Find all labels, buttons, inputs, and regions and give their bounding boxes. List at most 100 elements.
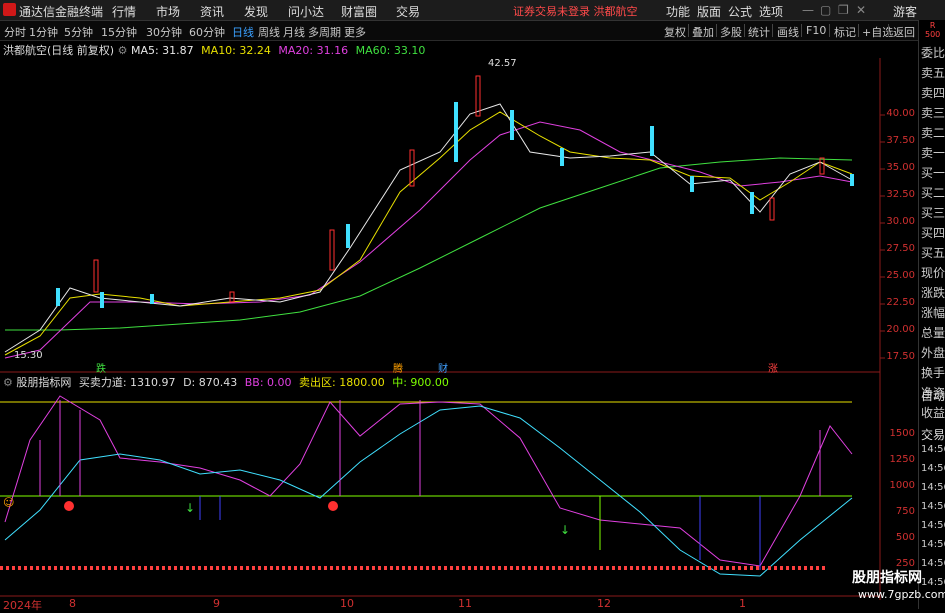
sub-tick: 1000 bbox=[889, 480, 915, 491]
chart-canvas[interactable]: ↓ ↓ ☺ bbox=[0, 40, 918, 609]
separator bbox=[716, 24, 717, 37]
restore-icon[interactable]: ❐ bbox=[838, 3, 849, 17]
label-ask5: 卖五 bbox=[921, 66, 945, 80]
label-ask3: 卖三 bbox=[921, 106, 945, 120]
trade-button[interactable]: 交易 bbox=[921, 426, 945, 443]
period-toolbar: 分时 1分钟 5分钟 15分钟 30分钟 60分钟 日线 周线 月线 多周期 更… bbox=[0, 21, 945, 41]
login-warning[interactable]: 证券交易未登录 洪都航空 bbox=[513, 3, 638, 19]
tab-5min[interactable]: 5分钟 bbox=[64, 24, 93, 40]
label-volume: 总量 bbox=[921, 326, 945, 340]
tab-30min[interactable]: 30分钟 bbox=[146, 24, 182, 40]
label-bid3: 买三 bbox=[921, 206, 945, 220]
guest-label[interactable]: 游客 bbox=[893, 3, 917, 20]
indicator-title[interactable]: 股朋指标网 bbox=[16, 376, 71, 389]
auto-button[interactable]: 自动 bbox=[921, 387, 945, 404]
window-icon[interactable]: ▢ bbox=[820, 3, 831, 17]
label-change: 涨跌 bbox=[921, 286, 945, 300]
tab-weekly[interactable]: 周线 bbox=[258, 24, 280, 40]
draw-button[interactable]: 画线 bbox=[777, 24, 799, 40]
label-price: 现价 bbox=[921, 266, 945, 280]
x-tick: 10 bbox=[340, 597, 354, 610]
mark-button[interactable]: 标记 bbox=[834, 24, 856, 40]
buy-arrow-icon: ↓ bbox=[560, 523, 570, 537]
trade-time: 14:56 bbox=[921, 558, 945, 569]
menu-ask[interactable]: 问小达 bbox=[288, 3, 324, 20]
multi-stock-button[interactable]: 多股 bbox=[720, 24, 742, 40]
trade-time: 14:56 bbox=[921, 482, 945, 493]
tab-intraday[interactable]: 分时 bbox=[4, 24, 26, 40]
back-button[interactable]: 返回 bbox=[893, 24, 915, 40]
f10-button[interactable]: F10 bbox=[806, 24, 826, 37]
menu-trade[interactable]: 交易 bbox=[396, 3, 420, 20]
adjust-button[interactable]: 复权 bbox=[664, 24, 686, 40]
app-name: 通达信金融终端 bbox=[19, 5, 104, 19]
trade-time: 14:56 bbox=[921, 520, 945, 531]
menu-wealth[interactable]: 财富圈 bbox=[341, 3, 377, 20]
price-tick: 35.00 bbox=[886, 162, 915, 173]
label-eps: 收益 bbox=[921, 406, 945, 420]
menu-discover[interactable]: 发现 bbox=[244, 3, 268, 20]
event-tag[interactable]: 腾 bbox=[393, 360, 403, 375]
label-bid2: 买二 bbox=[921, 186, 945, 200]
stats-button[interactable]: 统计 bbox=[748, 24, 770, 40]
price-tick: 27.50 bbox=[886, 243, 915, 254]
tab-daily[interactable]: 日线 bbox=[232, 24, 254, 40]
settings-icon[interactable]: ⚙ bbox=[3, 376, 16, 389]
tab-1min[interactable]: 1分钟 bbox=[29, 24, 58, 40]
menu-formula[interactable]: 公式 bbox=[728, 3, 752, 20]
r500-label: R 500 bbox=[925, 21, 941, 39]
tab-monthly[interactable]: 月线 bbox=[283, 24, 305, 40]
app-logo-icon bbox=[3, 3, 16, 16]
sub-tick: 750 bbox=[895, 506, 915, 517]
sell-signal-icon bbox=[328, 501, 338, 511]
person-icon: ☺ bbox=[3, 496, 14, 509]
trade-time: 14:56 bbox=[921, 444, 945, 455]
tab-more[interactable]: 更多 bbox=[344, 24, 366, 40]
mid-value: 中: 900.00 bbox=[392, 376, 449, 389]
trade-time: 14:56 bbox=[921, 463, 945, 474]
label-ask4: 卖四 bbox=[921, 86, 945, 100]
x-tick: 2024年 bbox=[3, 599, 42, 612]
menu-quotes[interactable]: 行情 bbox=[112, 3, 136, 20]
label-change-pct: 涨幅 bbox=[921, 306, 945, 320]
title-bar: 通达信金融终端 行情 市场 资讯 发现 问小达 财富圈 交易 证券交易未登录 洪… bbox=[0, 0, 945, 21]
menu-function[interactable]: 功能 bbox=[666, 3, 690, 20]
x-tick: 1 bbox=[739, 597, 746, 610]
label-bid-ratio: 委比 bbox=[921, 46, 945, 60]
price-tick: 37.50 bbox=[886, 135, 915, 146]
label-bid4: 买四 bbox=[921, 226, 945, 240]
tab-15min[interactable]: 15分钟 bbox=[101, 24, 137, 40]
sub-tick: 500 bbox=[895, 532, 915, 543]
x-tick: 11 bbox=[458, 597, 472, 610]
x-tick: 12 bbox=[597, 597, 611, 610]
high-price-label: 42.57 bbox=[488, 58, 517, 69]
watermark-url: www.7gpzb.com bbox=[858, 588, 945, 601]
watermark-title: 股朋指标网 bbox=[852, 570, 922, 586]
label-bid5: 买五 bbox=[921, 246, 945, 260]
price-tick: 20.00 bbox=[886, 324, 915, 335]
event-tag[interactable]: 涨 bbox=[768, 360, 778, 375]
trade-time: 14:56 bbox=[921, 501, 945, 512]
menu-news[interactable]: 资讯 bbox=[200, 3, 224, 20]
menu-market[interactable]: 市场 bbox=[156, 3, 180, 20]
event-tag[interactable]: 财 bbox=[438, 360, 448, 375]
separator bbox=[744, 24, 745, 37]
sub-tick: 1250 bbox=[889, 454, 915, 465]
trade-time: 14:56 bbox=[921, 577, 945, 588]
menu-layout[interactable]: 版面 bbox=[697, 3, 721, 20]
tab-60min[interactable]: 60分钟 bbox=[189, 24, 225, 40]
sub-tick: 1500 bbox=[889, 428, 915, 439]
menu-options[interactable]: 选项 bbox=[759, 3, 783, 20]
d-value: D: 870.43 bbox=[183, 376, 238, 389]
tab-multi-period[interactable]: 多周期 bbox=[308, 24, 341, 40]
minimize-icon[interactable]: — bbox=[802, 3, 814, 17]
separator bbox=[688, 24, 689, 37]
separator bbox=[772, 24, 773, 37]
overlay-button[interactable]: 叠加 bbox=[692, 24, 714, 40]
x-tick: 9 bbox=[213, 597, 220, 610]
price-tick: 17.50 bbox=[886, 351, 915, 362]
label-ask2: 卖二 bbox=[921, 126, 945, 140]
close-icon[interactable]: ✕ bbox=[856, 3, 866, 17]
event-tag[interactable]: 跌 bbox=[96, 360, 106, 375]
label-outer: 外盘 bbox=[921, 346, 945, 360]
